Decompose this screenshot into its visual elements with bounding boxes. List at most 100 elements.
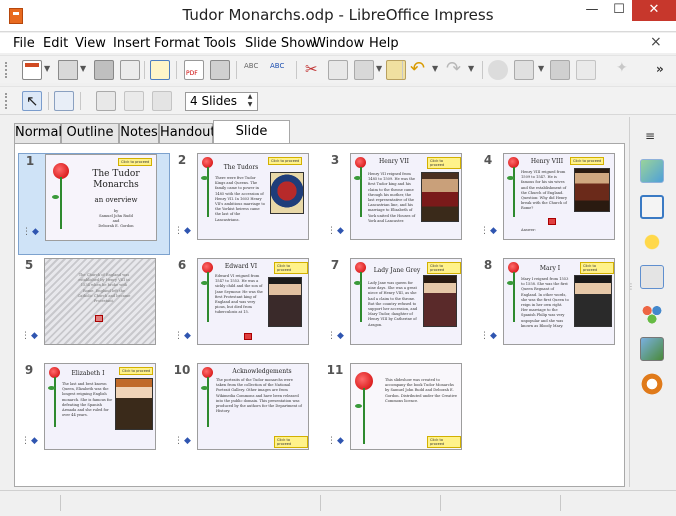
spellcheck-icon[interactable] (244, 60, 264, 80)
master-slides-icon[interactable] (640, 265, 664, 289)
cut-icon[interactable] (302, 60, 322, 80)
transition-icon[interactable]: ◆ (480, 331, 497, 341)
slide-thumbnail-8[interactable]: 8 Click to proceed Mary I Mary I reigned… (477, 258, 629, 360)
select-pointer-icon[interactable] (22, 91, 42, 111)
toolbar-grip[interactable] (5, 93, 8, 109)
menu-format[interactable]: Format (154, 36, 200, 51)
slide-thumbnail-1[interactable]: 1 Click to proceed The Tudor Monarchs an… (18, 153, 170, 255)
export-pdf-icon[interactable] (184, 60, 204, 80)
elizabeth-i-portrait (115, 378, 153, 430)
save-icon[interactable] (94, 60, 114, 80)
maximize-button[interactable]: ☐ (606, 0, 632, 21)
sidebar-menu-icon[interactable]: ≡ (645, 129, 655, 143)
toolbar-grip[interactable] (5, 62, 8, 78)
slide-number: 9 (24, 363, 34, 377)
slide-thumbnail-6[interactable]: 6 Click to proceed Edward VI Edward VI r… (171, 258, 323, 360)
properties-icon[interactable] (640, 159, 664, 183)
transition-icon[interactable]: ◆ (174, 436, 191, 446)
slide-layout-icon[interactable] (152, 91, 172, 111)
proceed-tag: Click to proceed (427, 157, 461, 169)
transition-icon[interactable]: ◆ (21, 436, 38, 446)
rose-leaf (201, 281, 208, 285)
transition-icon[interactable]: ◆ (174, 226, 191, 236)
open-dropdown-icon[interactable]: ▼ (80, 64, 86, 73)
rose-leaf (201, 176, 208, 180)
chart-icon[interactable] (488, 60, 508, 80)
undo-dropdown-icon[interactable]: ▼ (432, 64, 438, 73)
menu-help[interactable]: Help (369, 36, 399, 51)
menu-insert[interactable]: Insert (113, 36, 150, 51)
rose-leaf (52, 195, 59, 199)
menu-slide-show[interactable]: Slide Show (245, 36, 316, 51)
animation-icon[interactable] (640, 230, 664, 254)
table-icon[interactable] (514, 60, 534, 80)
menu-tools[interactable]: Tools (204, 36, 236, 51)
transition-icon[interactable]: ◆ (480, 226, 497, 236)
edit-mode-icon[interactable] (150, 60, 170, 80)
start-slideshow-icon[interactable] (54, 91, 74, 111)
transition-icon[interactable]: ◆ (327, 226, 344, 236)
copy-icon[interactable] (328, 60, 348, 80)
transition-icon[interactable]: ◆ (22, 227, 39, 237)
open-icon[interactable] (58, 60, 78, 80)
clone-format-icon[interactable] (386, 60, 406, 80)
slide-thumbnail-7[interactable]: 7 Click to proceed Lady Jane Grey Lady J… (324, 258, 476, 360)
window-title: Tudor Monarchs.odp - LibreOffice Impress (182, 6, 494, 24)
slide-thumbnail-5[interactable]: 5 The Church of England was established … (18, 258, 170, 360)
autospell-icon[interactable] (270, 60, 290, 80)
slide-thumbnail-11[interactable]: 11 This slideshow was created to accompa… (324, 363, 476, 465)
tab-slide-sorter[interactable]: Slide Sorter (213, 120, 290, 161)
styles-icon[interactable] (640, 301, 664, 325)
slide-number: 8 (483, 258, 493, 272)
slide-thumbnail-3[interactable]: 3 Click to proceed Henry VII Henry VII r… (324, 153, 476, 255)
more-tools-icon[interactable]: » (656, 62, 664, 76)
toolbar-separator (402, 61, 403, 79)
paste-dropdown-icon[interactable]: ▼ (376, 64, 382, 73)
slide-thumbnail-9[interactable]: 9 Click to proceed Elizabeth I The last … (18, 363, 170, 465)
slide-author-line: Deborah E. Gordon (98, 224, 134, 228)
gallery-icon[interactable] (640, 337, 664, 361)
hide-slide-icon[interactable] (96, 91, 116, 111)
rose-leaf (507, 176, 514, 180)
slide-thumbnail-4[interactable]: 4 Click to proceed Henry VIII Henry VIII… (477, 153, 629, 255)
proceed-tag: Click to proceed (268, 157, 303, 165)
menu-edit[interactable]: Edit (43, 36, 68, 51)
tab-normal[interactable]: Normal (14, 123, 62, 143)
tab-handout[interactable]: Handout (159, 123, 216, 143)
minimize-button[interactable]: — (578, 0, 606, 21)
film-icon[interactable] (550, 60, 570, 80)
slide-number: 10 (173, 363, 191, 377)
table-dropdown-icon[interactable]: ▼ (538, 64, 544, 73)
transition-icon[interactable]: ◆ (327, 436, 344, 446)
menu-file[interactable]: File (13, 36, 35, 51)
menu-window[interactable]: Window (313, 36, 364, 51)
navigator-icon[interactable] (640, 372, 664, 396)
new-dropdown-icon[interactable]: ▼ (44, 64, 50, 73)
toolbar-separator (48, 92, 49, 110)
henry-vii-portrait (421, 172, 459, 222)
paste-icon[interactable] (354, 60, 374, 80)
close-button[interactable]: ✕ (632, 0, 676, 21)
menu-view[interactable]: View (75, 36, 106, 51)
rehearse-timings-icon[interactable] (124, 91, 144, 111)
undo-icon[interactable] (408, 58, 428, 80)
slides-per-row-spinner[interactable]: ▲ ▼ (243, 93, 257, 110)
new-icon[interactable] (22, 60, 42, 80)
transition-icon[interactable]: ◆ (174, 331, 191, 341)
media-icon[interactable] (576, 60, 596, 80)
tab-outline[interactable]: Outline (61, 123, 119, 143)
redo-icon[interactable] (444, 58, 464, 80)
slide-thumbnail-10[interactable]: 10 Acknowledgements The portraits of the… (171, 363, 323, 465)
redo-dropdown-icon[interactable]: ▼ (468, 64, 474, 73)
transition-icon[interactable]: ◆ (327, 331, 344, 341)
transition-icon[interactable]: ◆ (21, 331, 38, 341)
close-document-icon[interactable]: × (650, 34, 662, 50)
slide-transition-icon[interactable] (640, 195, 664, 219)
slide-thumbnail-2[interactable]: 2 Click to proceed The Tudors There were… (171, 153, 323, 255)
star-icon[interactable] (612, 60, 632, 80)
email-icon[interactable] (120, 60, 140, 80)
tab-notes[interactable]: Notes (119, 123, 159, 143)
slide-title: Elizabeth I (71, 370, 105, 377)
print-icon[interactable] (210, 60, 230, 80)
sidebar-collapse-grip[interactable]: ⋮ (627, 282, 635, 291)
